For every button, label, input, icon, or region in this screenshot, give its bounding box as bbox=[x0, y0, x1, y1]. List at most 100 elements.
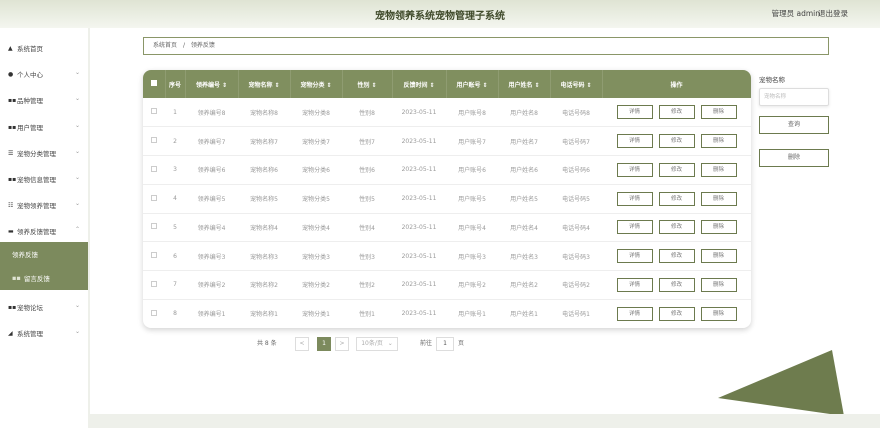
column-header[interactable]: 性别 ⇕ bbox=[342, 70, 393, 98]
pet-name-search-input[interactable]: 宠物名称 bbox=[759, 88, 829, 106]
table-cell: 领养编号5 bbox=[197, 196, 226, 204]
column-header[interactable]: 电话号码 ⇕ bbox=[550, 70, 603, 98]
logout-link[interactable]: 退出登录 bbox=[818, 8, 848, 19]
column-header[interactable]: 宠物分类 ⇕ bbox=[290, 70, 343, 98]
row-checkbox[interactable] bbox=[143, 271, 165, 300]
edit-button[interactable]: 修改 bbox=[658, 306, 695, 321]
edit-button[interactable]: 修改 bbox=[658, 191, 695, 206]
table-cell: 宠物名称6 bbox=[250, 167, 278, 175]
delete-button[interactable]: 删除 bbox=[700, 191, 737, 206]
sidebar-item-home[interactable]: ▲ 系统首页 bbox=[0, 35, 88, 61]
table-header-row: 序号 领养编号 ⇕ 宠物名称 ⇕ 宠物分类 ⇕ 性别 ⇕ 反馈时间 ⇕ 用户账号… bbox=[143, 70, 751, 98]
table-cell: 3 bbox=[173, 166, 177, 174]
column-header[interactable]: 用户账号 ⇕ bbox=[446, 70, 499, 98]
next-page-button[interactable]: > bbox=[335, 337, 349, 351]
edit-button[interactable]: 修改 bbox=[658, 220, 695, 235]
grid-icon: ▪▪ bbox=[12, 274, 21, 282]
column-header[interactable]: 领养编号 ⇕ bbox=[185, 70, 239, 98]
grid-icon: ▪▪ bbox=[8, 303, 17, 311]
edit-button[interactable]: 修改 bbox=[658, 277, 695, 292]
detail-button[interactable]: 详情 bbox=[616, 220, 653, 235]
column-header[interactable]: 用户姓名 ⇕ bbox=[498, 70, 551, 98]
column-header: 序号 bbox=[165, 70, 186, 98]
table-cell: 电话号码5 bbox=[562, 196, 590, 204]
table-cell: 2023-05-11 bbox=[401, 310, 437, 318]
page-size-select[interactable]: 10条/页 ⌄ bbox=[356, 337, 398, 351]
row-checkbox[interactable] bbox=[143, 127, 165, 156]
table-row: 5 领养编号4 宠物名称4 宠物分类4 性别4 2023-05-11 用户账号4 用户姓名4 电… bbox=[143, 213, 751, 242]
row-checkbox[interactable] bbox=[143, 213, 165, 242]
submenu-item-adoption-feedback[interactable]: 领养反馈 bbox=[0, 242, 88, 266]
detail-button[interactable]: 详情 bbox=[616, 134, 653, 149]
sidebar-item-breed[interactable]: ▪▪ 品种管理 ⌄ bbox=[0, 87, 88, 113]
detail-button[interactable]: 详情 bbox=[616, 249, 653, 264]
sidebar-item-adoption-feedback[interactable]: ▬ 领养反馈管理 ⌃ bbox=[0, 218, 88, 244]
detail-button[interactable]: 详情 bbox=[616, 277, 653, 292]
table-cell: 用户账号5 bbox=[458, 196, 486, 204]
table-cell: 电话号码1 bbox=[562, 311, 590, 319]
table-cell: 宠物分类3 bbox=[302, 253, 330, 261]
edit-button[interactable]: 修改 bbox=[658, 162, 695, 177]
table-cell: 用户姓名6 bbox=[510, 167, 538, 175]
sidebar-item-label: 品种管理 bbox=[17, 97, 43, 105]
sidebar-item-pet-info[interactable]: ▪▪ 宠物信息管理 ⌄ bbox=[0, 166, 88, 192]
table-cell: 性别1 bbox=[359, 311, 375, 319]
row-actions: 详情 修改 删除 bbox=[602, 299, 751, 328]
edit-button[interactable]: 修改 bbox=[658, 134, 695, 149]
detail-button[interactable]: 详情 bbox=[616, 162, 653, 177]
table-row: 2 领养编号7 宠物名称7 宠物分类7 性别7 2023-05-11 用户账号7 用户姓名7 电… bbox=[143, 127, 751, 156]
current-page-button[interactable]: 1 bbox=[317, 337, 331, 351]
delete-button[interactable]: 删除 bbox=[700, 162, 737, 177]
table-cell: 用户账号8 bbox=[458, 109, 486, 117]
chevron-down-icon: ⌄ bbox=[74, 95, 80, 102]
table-cell: 用户姓名3 bbox=[510, 253, 538, 261]
query-button[interactable]: 查询 bbox=[759, 116, 829, 134]
row-checkbox[interactable] bbox=[143, 98, 165, 127]
edit-button[interactable]: 修改 bbox=[658, 105, 695, 120]
row-checkbox[interactable] bbox=[143, 156, 165, 185]
table-cell: 8 bbox=[173, 310, 177, 318]
column-header[interactable]: 宠物名称 ⇕ bbox=[238, 70, 291, 98]
delete-button[interactable]: 删除 bbox=[700, 105, 737, 120]
sidebar-item-adoption[interactable]: ☷ 宠物领养管理 ⌄ bbox=[0, 192, 88, 218]
row-checkbox[interactable] bbox=[143, 299, 165, 328]
sidebar-item-label: 宠物论坛 bbox=[17, 304, 43, 312]
delete-button[interactable]: 删除 bbox=[700, 134, 737, 149]
column-header[interactable]: 反馈时间 ⇕ bbox=[392, 70, 447, 98]
chevron-down-icon: ⌄ bbox=[74, 302, 80, 309]
submenu-item-message-feedback[interactable]: ▪▪ 留言反馈 bbox=[0, 266, 88, 290]
detail-button[interactable]: 详情 bbox=[616, 306, 653, 321]
goto-page-input[interactable]: 1 bbox=[436, 337, 454, 351]
table-cell: 用户账号4 bbox=[458, 224, 486, 232]
row-checkbox[interactable] bbox=[143, 184, 165, 213]
table-cell: 宠物名称8 bbox=[250, 109, 278, 117]
footer-strip bbox=[88, 414, 880, 428]
delete-button[interactable]: 删除 bbox=[700, 306, 737, 321]
page-size-value: 10条/页 bbox=[361, 340, 383, 347]
detail-button[interactable]: 详情 bbox=[616, 105, 653, 120]
delete-button[interactable]: 删除 bbox=[700, 220, 737, 235]
delete-button[interactable]: 删除 bbox=[700, 277, 737, 292]
sidebar-item-users[interactable]: ▪▪ 用户管理 ⌄ bbox=[0, 114, 88, 140]
table-cell: 性别5 bbox=[359, 196, 375, 204]
chevron-down-icon: ⌄ bbox=[387, 340, 393, 347]
row-checkbox[interactable] bbox=[143, 242, 165, 271]
edit-button[interactable]: 修改 bbox=[658, 249, 695, 264]
sidebar-item-personal[interactable]: ● 个人中心 ⌄ bbox=[0, 61, 88, 87]
breadcrumb-home[interactable]: 系统首页 bbox=[153, 42, 177, 49]
table-cell: 2023-05-11 bbox=[401, 108, 437, 116]
batch-delete-button[interactable]: 删除 bbox=[759, 149, 829, 167]
sidebar-item-system[interactable]: ◢ 系统管理 ⌄ bbox=[0, 320, 88, 346]
select-all-checkbox[interactable] bbox=[143, 70, 166, 98]
chevron-down-icon: ⌄ bbox=[74, 174, 80, 181]
table-cell: 宠物名称1 bbox=[250, 311, 278, 319]
table-cell: 宠物名称4 bbox=[250, 224, 278, 232]
delete-button[interactable]: 删除 bbox=[700, 249, 737, 264]
sidebar-item-pet-category[interactable]: ☰ 宠物分类管理 ⌄ bbox=[0, 140, 88, 166]
prev-page-button[interactable]: < bbox=[295, 337, 309, 351]
top-bar: 宠物领养系统宠物管理子系统 管理员 admin 退出登录 bbox=[0, 0, 880, 28]
detail-button[interactable]: 详情 bbox=[616, 191, 653, 206]
table-cell: 性别2 bbox=[359, 282, 375, 290]
row-actions: 详情 修改 删除 bbox=[602, 242, 751, 271]
sidebar-item-forum[interactable]: ▪▪ 宠物论坛 ⌄ bbox=[0, 294, 88, 320]
